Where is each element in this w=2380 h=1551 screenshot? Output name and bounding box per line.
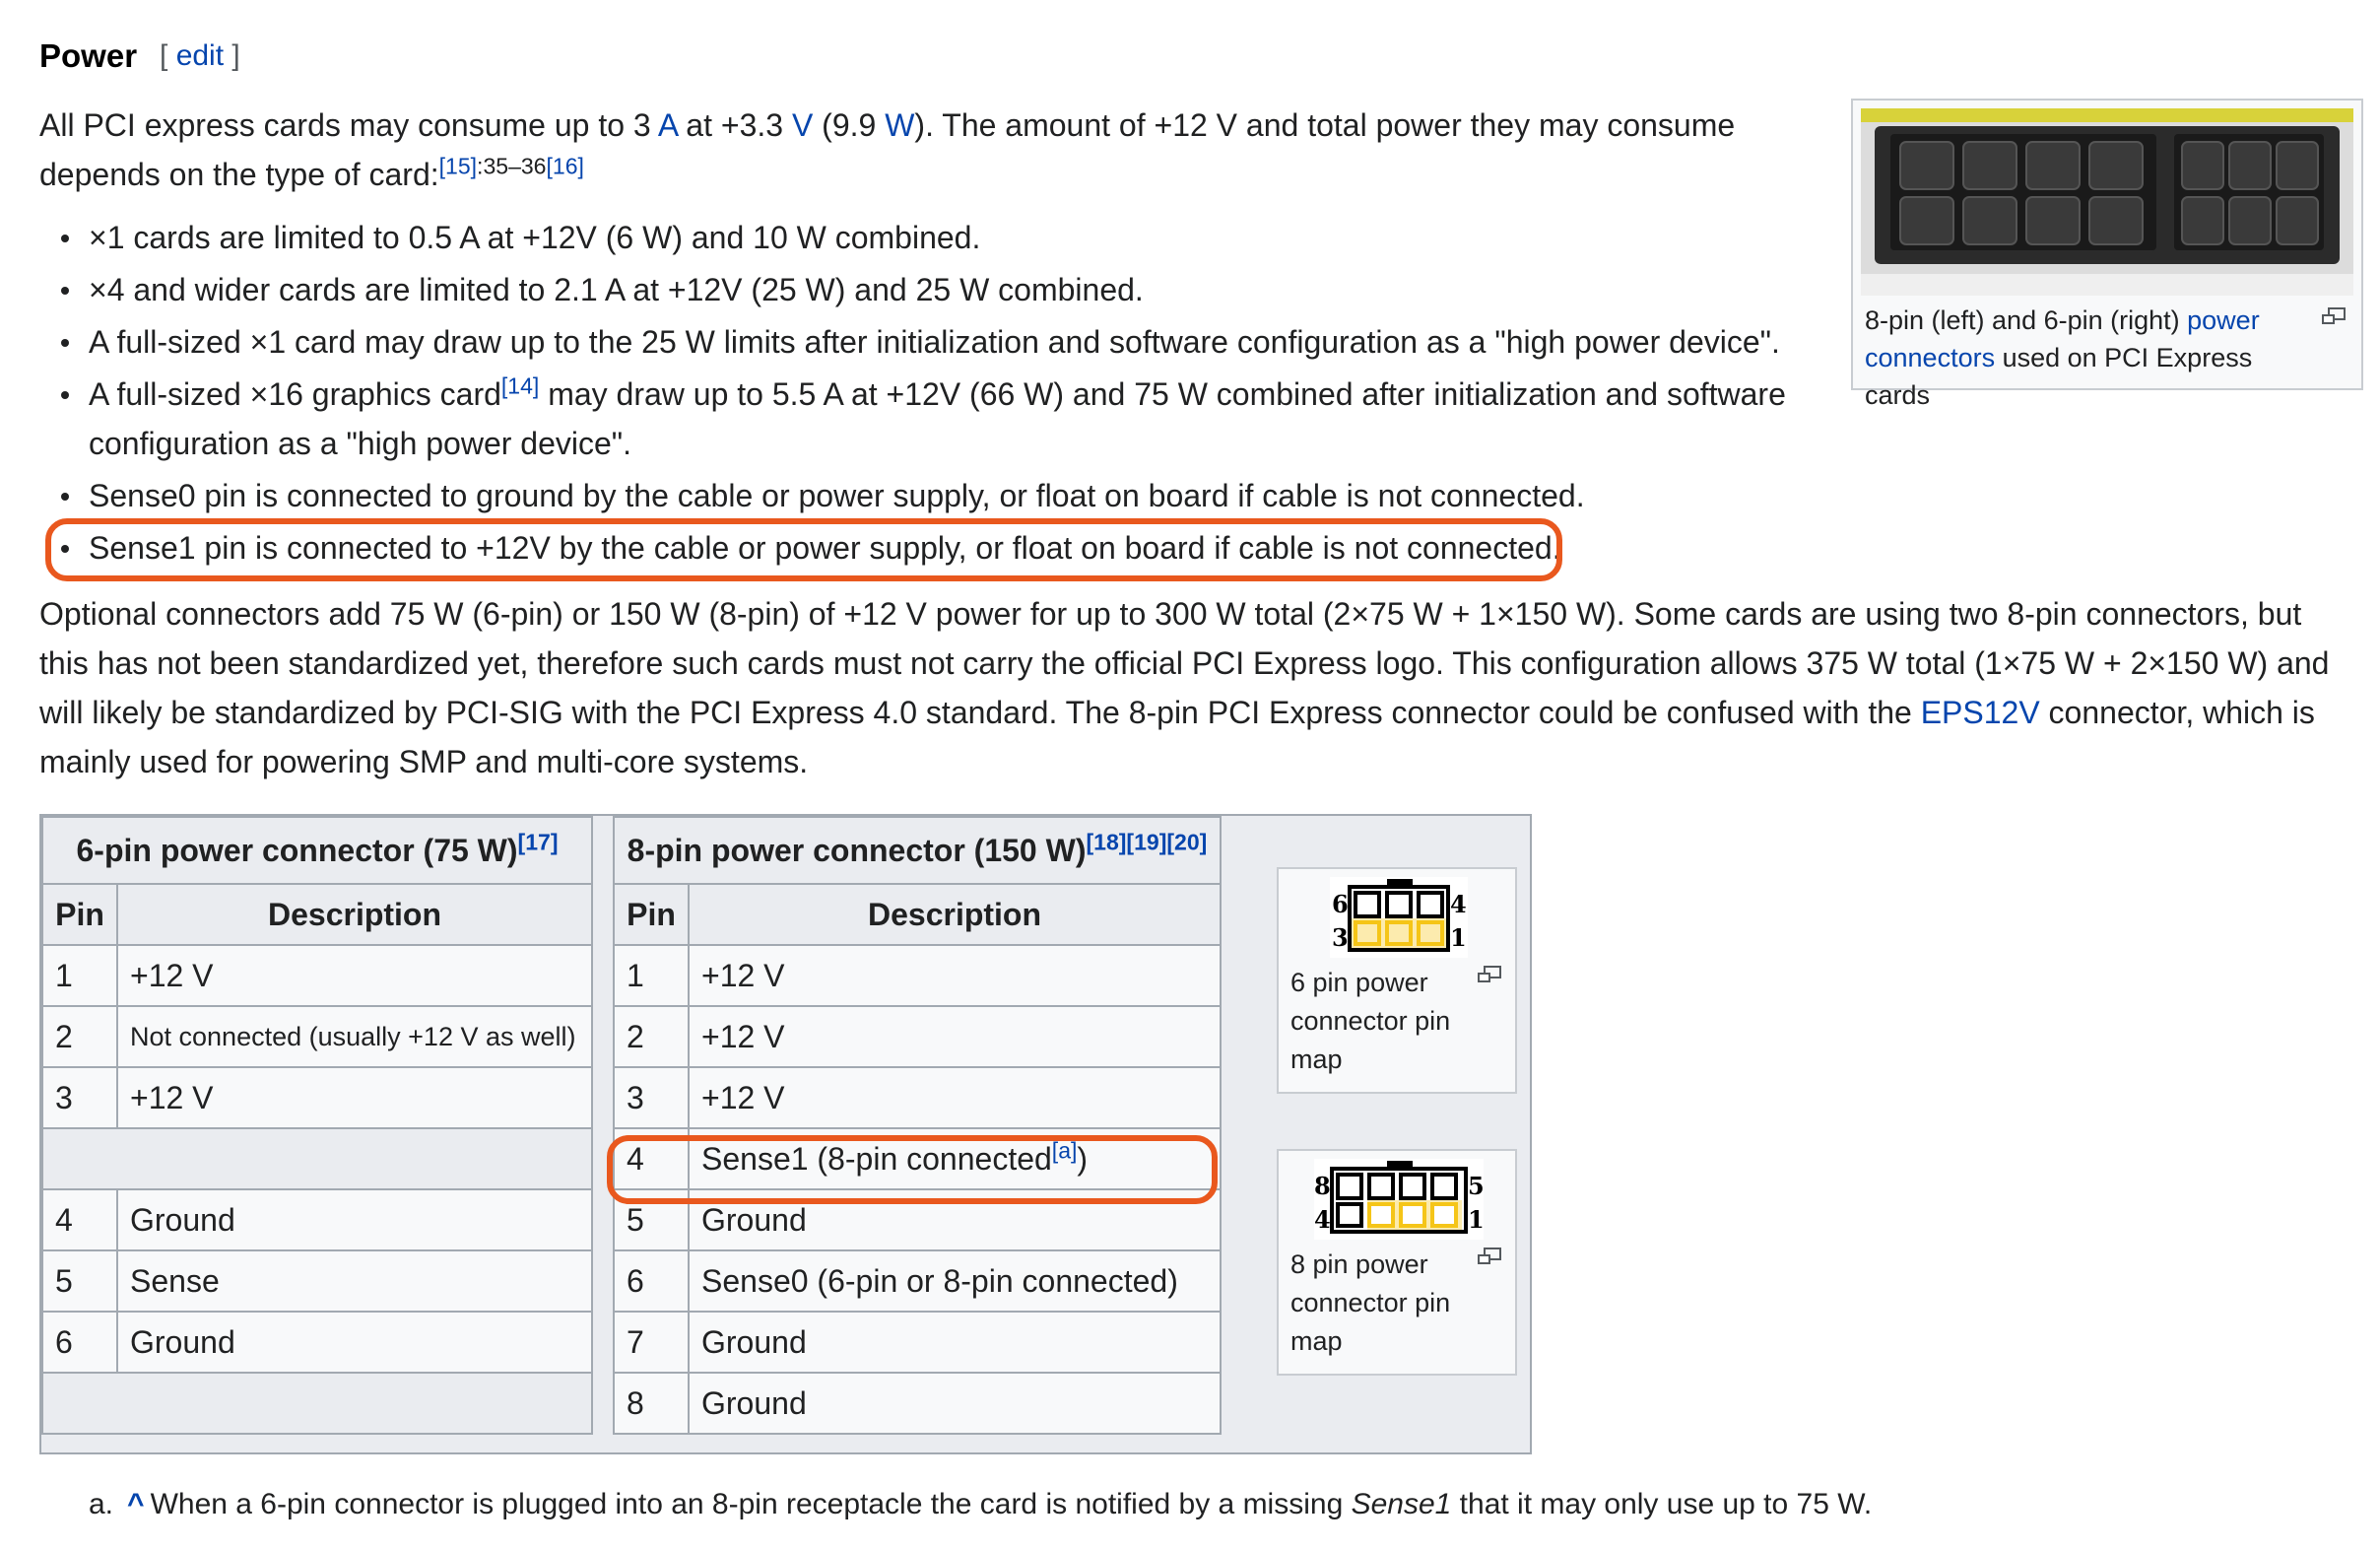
pin-label-5: 5: [1468, 1172, 1484, 1200]
table-row: 4 Ground: [41, 1188, 593, 1251]
table-row: 8 Ground: [613, 1372, 1222, 1435]
ref-14[interactable]: [14]: [501, 372, 539, 398]
table-row: 5 Sense: [41, 1249, 593, 1313]
connector-thumbnail: 8-pin (left) and 6-pin (right) power con…: [1851, 99, 2363, 410]
pin-label-3: 3: [1332, 923, 1349, 952]
refs-18-20[interactable]: [18][19][20]: [1086, 829, 1207, 854]
eps12v-link[interactable]: EPS12V: [1921, 695, 2040, 730]
six-pin-table: 6-pin power connector (75 W)[17] Pin Des…: [41, 816, 593, 1435]
col-header-pin: Pin: [613, 883, 690, 946]
connector-photo[interactable]: [1861, 108, 2353, 296]
list-item: ×1 cards are limited to 0.5 A at +12V (6…: [61, 213, 1815, 262]
pin-label-4: 4: [1314, 1205, 1331, 1234]
eight-pin-table-title: 8-pin power connector (150 W)[18][19][20…: [613, 816, 1222, 885]
eight-pin-map-caption: 8 pin power connector pin map: [1290, 1249, 1451, 1356]
enlarge-icon[interactable]: [1478, 966, 1501, 983]
table-row: 2 +12 V: [613, 1005, 1222, 1068]
table-row: 1 +12 V: [41, 944, 593, 1007]
ref-17[interactable]: [17]: [518, 829, 559, 854]
pin-label-1: 1: [1450, 923, 1467, 952]
list-item: A full-sized ×1 card may draw up to the …: [61, 317, 1815, 367]
pin-label-1: 1: [1468, 1205, 1484, 1234]
six-pin-map-box: 6 4 3 1 6 pin power connector pin map: [1277, 867, 1517, 1094]
table-row: 3 +12 V: [41, 1066, 593, 1129]
col-header-description: Description: [116, 883, 593, 946]
edit-section: [ edit ]: [160, 39, 240, 72]
col-header-pin: Pin: [41, 883, 118, 946]
ref-16[interactable]: [16]: [547, 153, 584, 178]
intro-paragraph: All PCI express cards may consume up to …: [39, 107, 1736, 192]
empty-row: [41, 1127, 593, 1190]
section-heading: Power: [39, 37, 138, 74]
enlarge-icon[interactable]: [2322, 307, 2346, 325]
optional-connectors-paragraph: Optional connectors add 75 W (6-pin) or …: [39, 596, 2330, 779]
pin-label-4: 4: [1450, 890, 1467, 918]
list-item: A full-sized ×16 graphics card[14] may d…: [61, 370, 1815, 468]
table-row: 6 Ground: [41, 1311, 593, 1374]
highlight-sense1-row: [607, 1135, 1218, 1204]
enlarge-icon[interactable]: [1478, 1248, 1501, 1265]
footnote-backlink[interactable]: ^: [127, 1488, 145, 1520]
eight-pin-map-diagram[interactable]: 8 5 4 1: [1314, 1159, 1484, 1240]
col-header-description: Description: [688, 883, 1222, 946]
eight-pin-map-box: 8 5 4 1 8 pin power connector pin map: [1277, 1149, 1517, 1376]
article-section: Power [ edit ] All PCI express cards may…: [0, 0, 2380, 1551]
edit-link[interactable]: edit: [176, 39, 224, 72]
ref-15[interactable]: [15]: [439, 153, 477, 178]
table-row: 6 Sense0 (6-pin or 8-pin connected): [613, 1249, 1222, 1313]
eight-pin-table: 8-pin power connector (150 W)[18][19][20…: [613, 816, 1222, 1435]
six-pin-map-caption: 6 pin power connector pin map: [1290, 968, 1451, 1074]
ampere-link[interactable]: A: [658, 107, 678, 143]
footnote-a: a. ^ When a 6-pin connector is plugged int…: [89, 1488, 1873, 1520]
six-pin-map-diagram[interactable]: 6 4 3 1: [1330, 877, 1468, 958]
highlight-sense1-bullet: [45, 518, 1562, 581]
six-pin-table-title: 6-pin power connector (75 W)[17]: [41, 816, 593, 885]
list-item: ×4 and wider cards are limited to 2.1 A …: [61, 265, 1815, 314]
table-row: 1 +12 V: [613, 944, 1222, 1007]
table-row: 2 Not connected (usually +12 V as well): [41, 1005, 593, 1068]
pin-label-6: 6: [1332, 890, 1349, 918]
list-item: Sense0 pin is connected to ground by the…: [61, 471, 1815, 520]
table-row: 3 +12 V: [613, 1066, 1222, 1129]
watt-link[interactable]: W: [885, 107, 914, 143]
empty-row: [41, 1372, 593, 1435]
volt-link[interactable]: V: [792, 107, 813, 143]
table-row: 7 Ground: [613, 1311, 1222, 1374]
pin-label-8: 8: [1314, 1172, 1331, 1200]
thumbnail-caption: 8-pin (left) and 6-pin (right) power con…: [1865, 305, 2260, 410]
